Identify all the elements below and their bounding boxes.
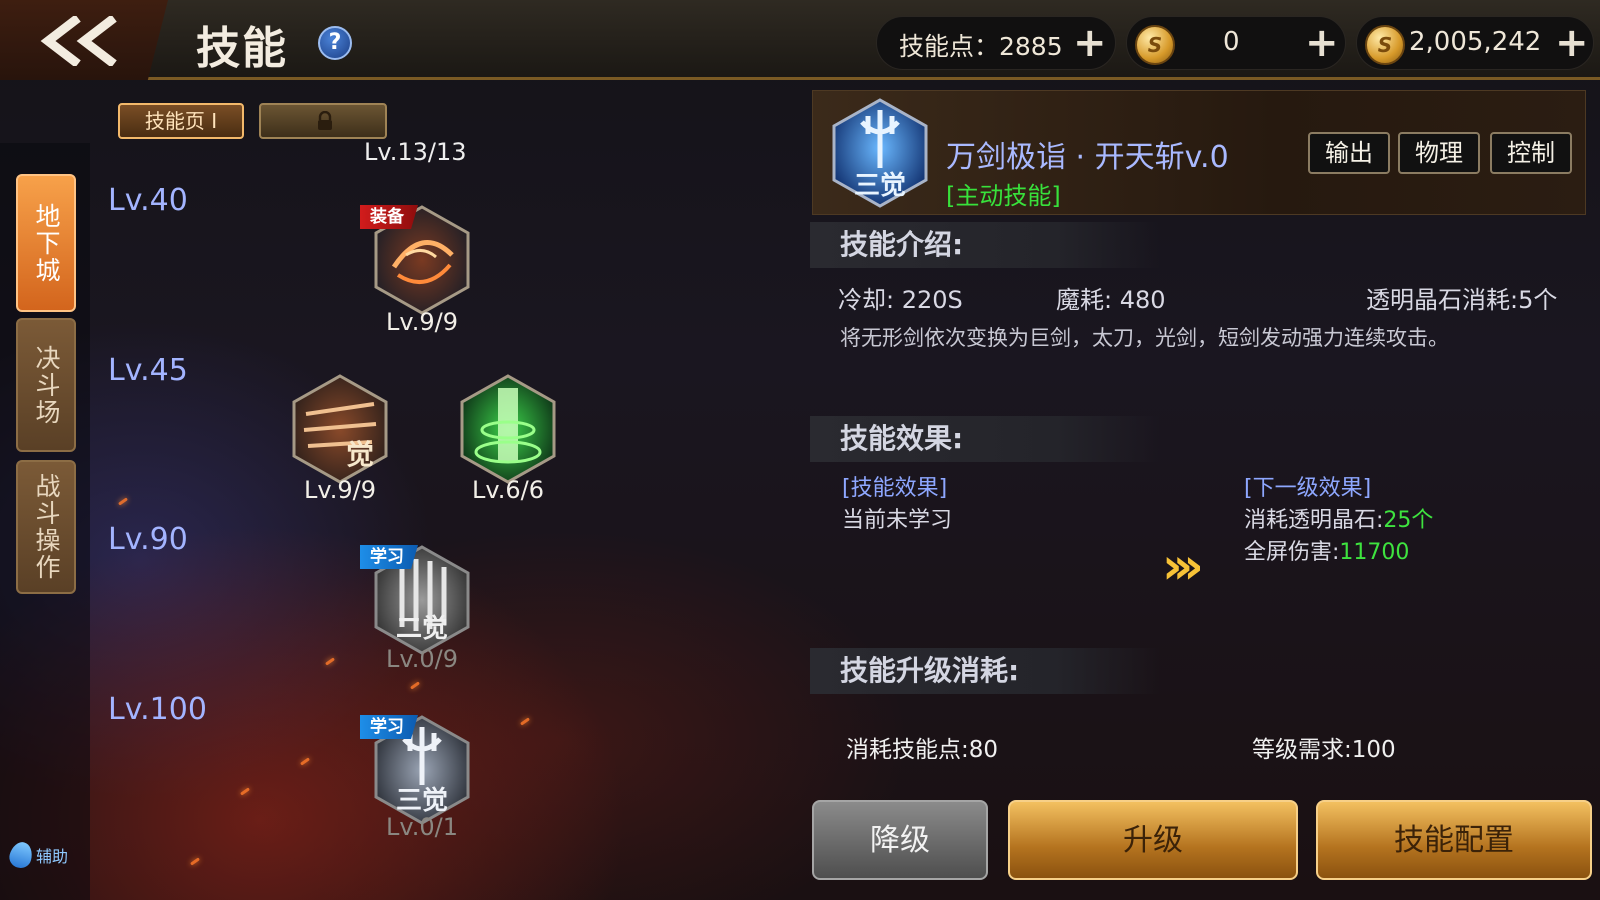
tag-control: 控制 [1490,132,1572,174]
coin-icon [1135,25,1175,65]
skill-level-text: Lv.0/1 [386,813,458,841]
row-level-label: Lv.90 [108,522,188,557]
effect-header: 技能效果: [810,416,1160,462]
skill-icon-lv45-green[interactable] [458,374,558,484]
gold-value: 2,005,242 [1409,27,1542,57]
current-effect-title: [技能效果] [842,476,948,501]
next-crystal-label: 消耗透明晶石: [1244,508,1384,533]
awaken-char: 三觉 [854,171,906,201]
row-level-label: Lv.45 [108,353,188,388]
assist-label: 辅助 [36,847,69,866]
help-icon[interactable]: ? [318,26,352,60]
lock-icon [318,111,332,130]
tag-output: 输出 [1308,132,1390,174]
gold-display: 2,005,242 + [1356,16,1594,70]
awaken-char: 三觉 [396,786,448,816]
row-level-label: Lv.40 [108,183,188,218]
skill-points-display: 技能点：2885 + [876,16,1116,70]
learn-badge: 学习 [360,545,418,569]
selected-skill-icon: 三觉 [832,98,928,208]
next-damage-value: 11700 [1339,540,1410,565]
skill-level-text: Lv.6/6 [472,476,544,504]
downgrade-button[interactable]: 降级 [812,800,988,880]
current-effect-text: 当前未学习 [842,508,953,533]
awaken-char: 二觉 [396,614,448,644]
cost-skill-points: 消耗技能点:80 [846,737,999,763]
ember-spark [118,497,128,506]
next-effect-damage: 全屏伤害:11700 [1244,534,1409,566]
double-arrow-icon: ››› [1162,537,1204,595]
add-gold-button[interactable]: + [1555,23,1589,63]
level-requirement: 等级需求:100 [1252,737,1396,763]
skill-name: 万剑极诣 · 开天斩v.0 [946,140,1229,175]
skill-icon-lv45-awaken[interactable]: 觉 [290,374,390,484]
ember-spark [325,657,335,666]
green-pillar-icon [460,374,556,484]
upgrade-button[interactable]: 升级 [1008,800,1298,880]
equipped-badge: 装备 [360,205,418,229]
cooldown-text: 冷却: 220S [838,286,963,314]
awaken-char: 觉 [346,438,374,471]
skill-page-1-tab[interactable]: 技能页 I [118,103,244,139]
skill-description: 将无形剑依次变换为巨剑，太刀，光剑，短剑发动强力连续攻击。 [840,326,1449,350]
next-effect-title: [下一级效果] [1244,476,1372,501]
tree-top-level: Lv.13/13 [364,138,467,166]
add-coins-button[interactable]: + [1305,23,1339,63]
skill-level-text: Lv.0/9 [386,645,458,673]
mana-cost-text: 魔耗: 480 [1056,286,1166,314]
skill-level-text: Lv.9/9 [304,476,376,504]
slash-awaken-icon: 觉 [292,374,388,484]
page-title: 技能 [196,23,288,74]
crystal-cost-text: 透明晶石消耗:5个 [1366,286,1558,314]
upgrade-cost-header: 技能升级消耗: [810,648,1160,694]
back-double-chevron-icon[interactable] [38,16,124,66]
skill-points-text: 技能点：2885 [899,32,1063,61]
coin-display: 0 + [1126,16,1346,70]
coin-value: 0 [1223,27,1240,57]
top-bar: 技能 ? 技能点：2885 + 0 + 2,005,242 + [0,0,1600,80]
tab-dungeon[interactable]: 地下城 [16,174,76,312]
add-skill-points-button[interactable]: + [1073,23,1107,63]
skill-config-button[interactable]: 技能配置 [1316,800,1592,880]
next-crystal-value: 25个 [1383,508,1434,533]
intro-header: 技能介绍: [810,222,1160,268]
tab-battle-controls[interactable]: 战斗操作 [16,460,76,594]
tag-physical: 物理 [1398,132,1480,174]
skill-page-2-tab[interactable] [259,103,387,139]
ember-spark [190,857,200,866]
tab-arena[interactable]: 决斗场 [16,318,76,452]
learn-badge: 学习 [360,715,418,739]
next-damage-label: 全屏伤害: [1244,540,1340,565]
ember-spark [520,717,530,726]
row-level-label: Lv.100 [108,692,207,727]
skill-level-text: Lv.9/9 [386,308,458,336]
ember-spark [240,787,250,796]
next-effect-crystal: 消耗透明晶石:25个 [1244,502,1433,534]
ember-spark [300,757,310,766]
assist-button[interactable]: 辅助 [7,839,69,871]
skill-type: [主动技能] [946,182,1061,210]
flame-icon [7,839,35,871]
locked-gold-icon [1365,25,1405,65]
ember-spark [410,681,420,690]
